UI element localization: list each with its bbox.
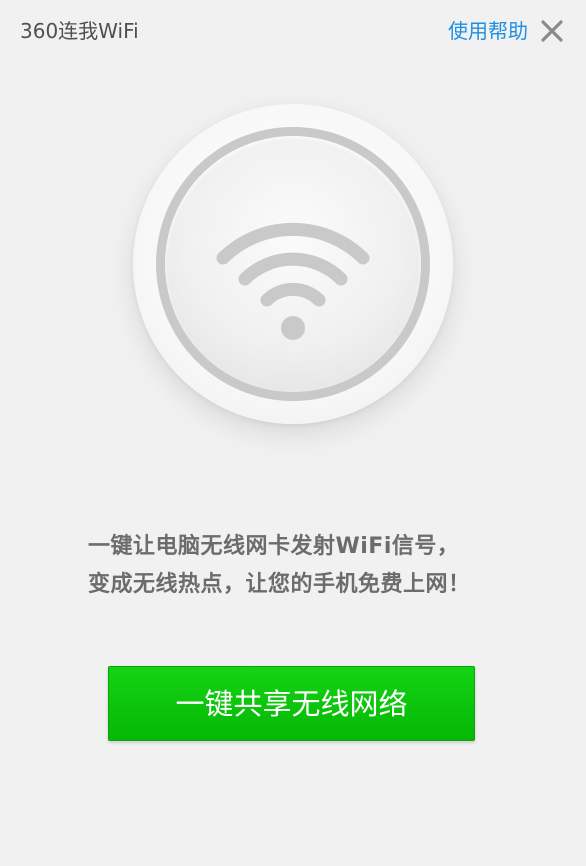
wifi-toggle-disc[interactable] (133, 104, 453, 424)
wifi-disc-ring (156, 127, 430, 401)
close-icon (538, 17, 566, 45)
wifi-icon (216, 222, 370, 340)
app-title: 360连我WiFi (20, 19, 139, 43)
wifi-disc-face (165, 136, 421, 392)
description-line-2: 变成无线热点，让您的手机免费上网！ (88, 572, 471, 597)
close-button[interactable] (538, 17, 566, 45)
help-link[interactable]: 使用帮助 (448, 16, 528, 46)
app-window: 360连我WiFi 使用帮助 一键让电脑无线网卡发射WiFi信号， 变成无线热点… (0, 0, 586, 866)
share-wifi-button[interactable]: 一键共享无线网络 (108, 666, 475, 741)
description-line-1: 一键让电脑无线网卡发射WiFi信号， (88, 534, 460, 559)
